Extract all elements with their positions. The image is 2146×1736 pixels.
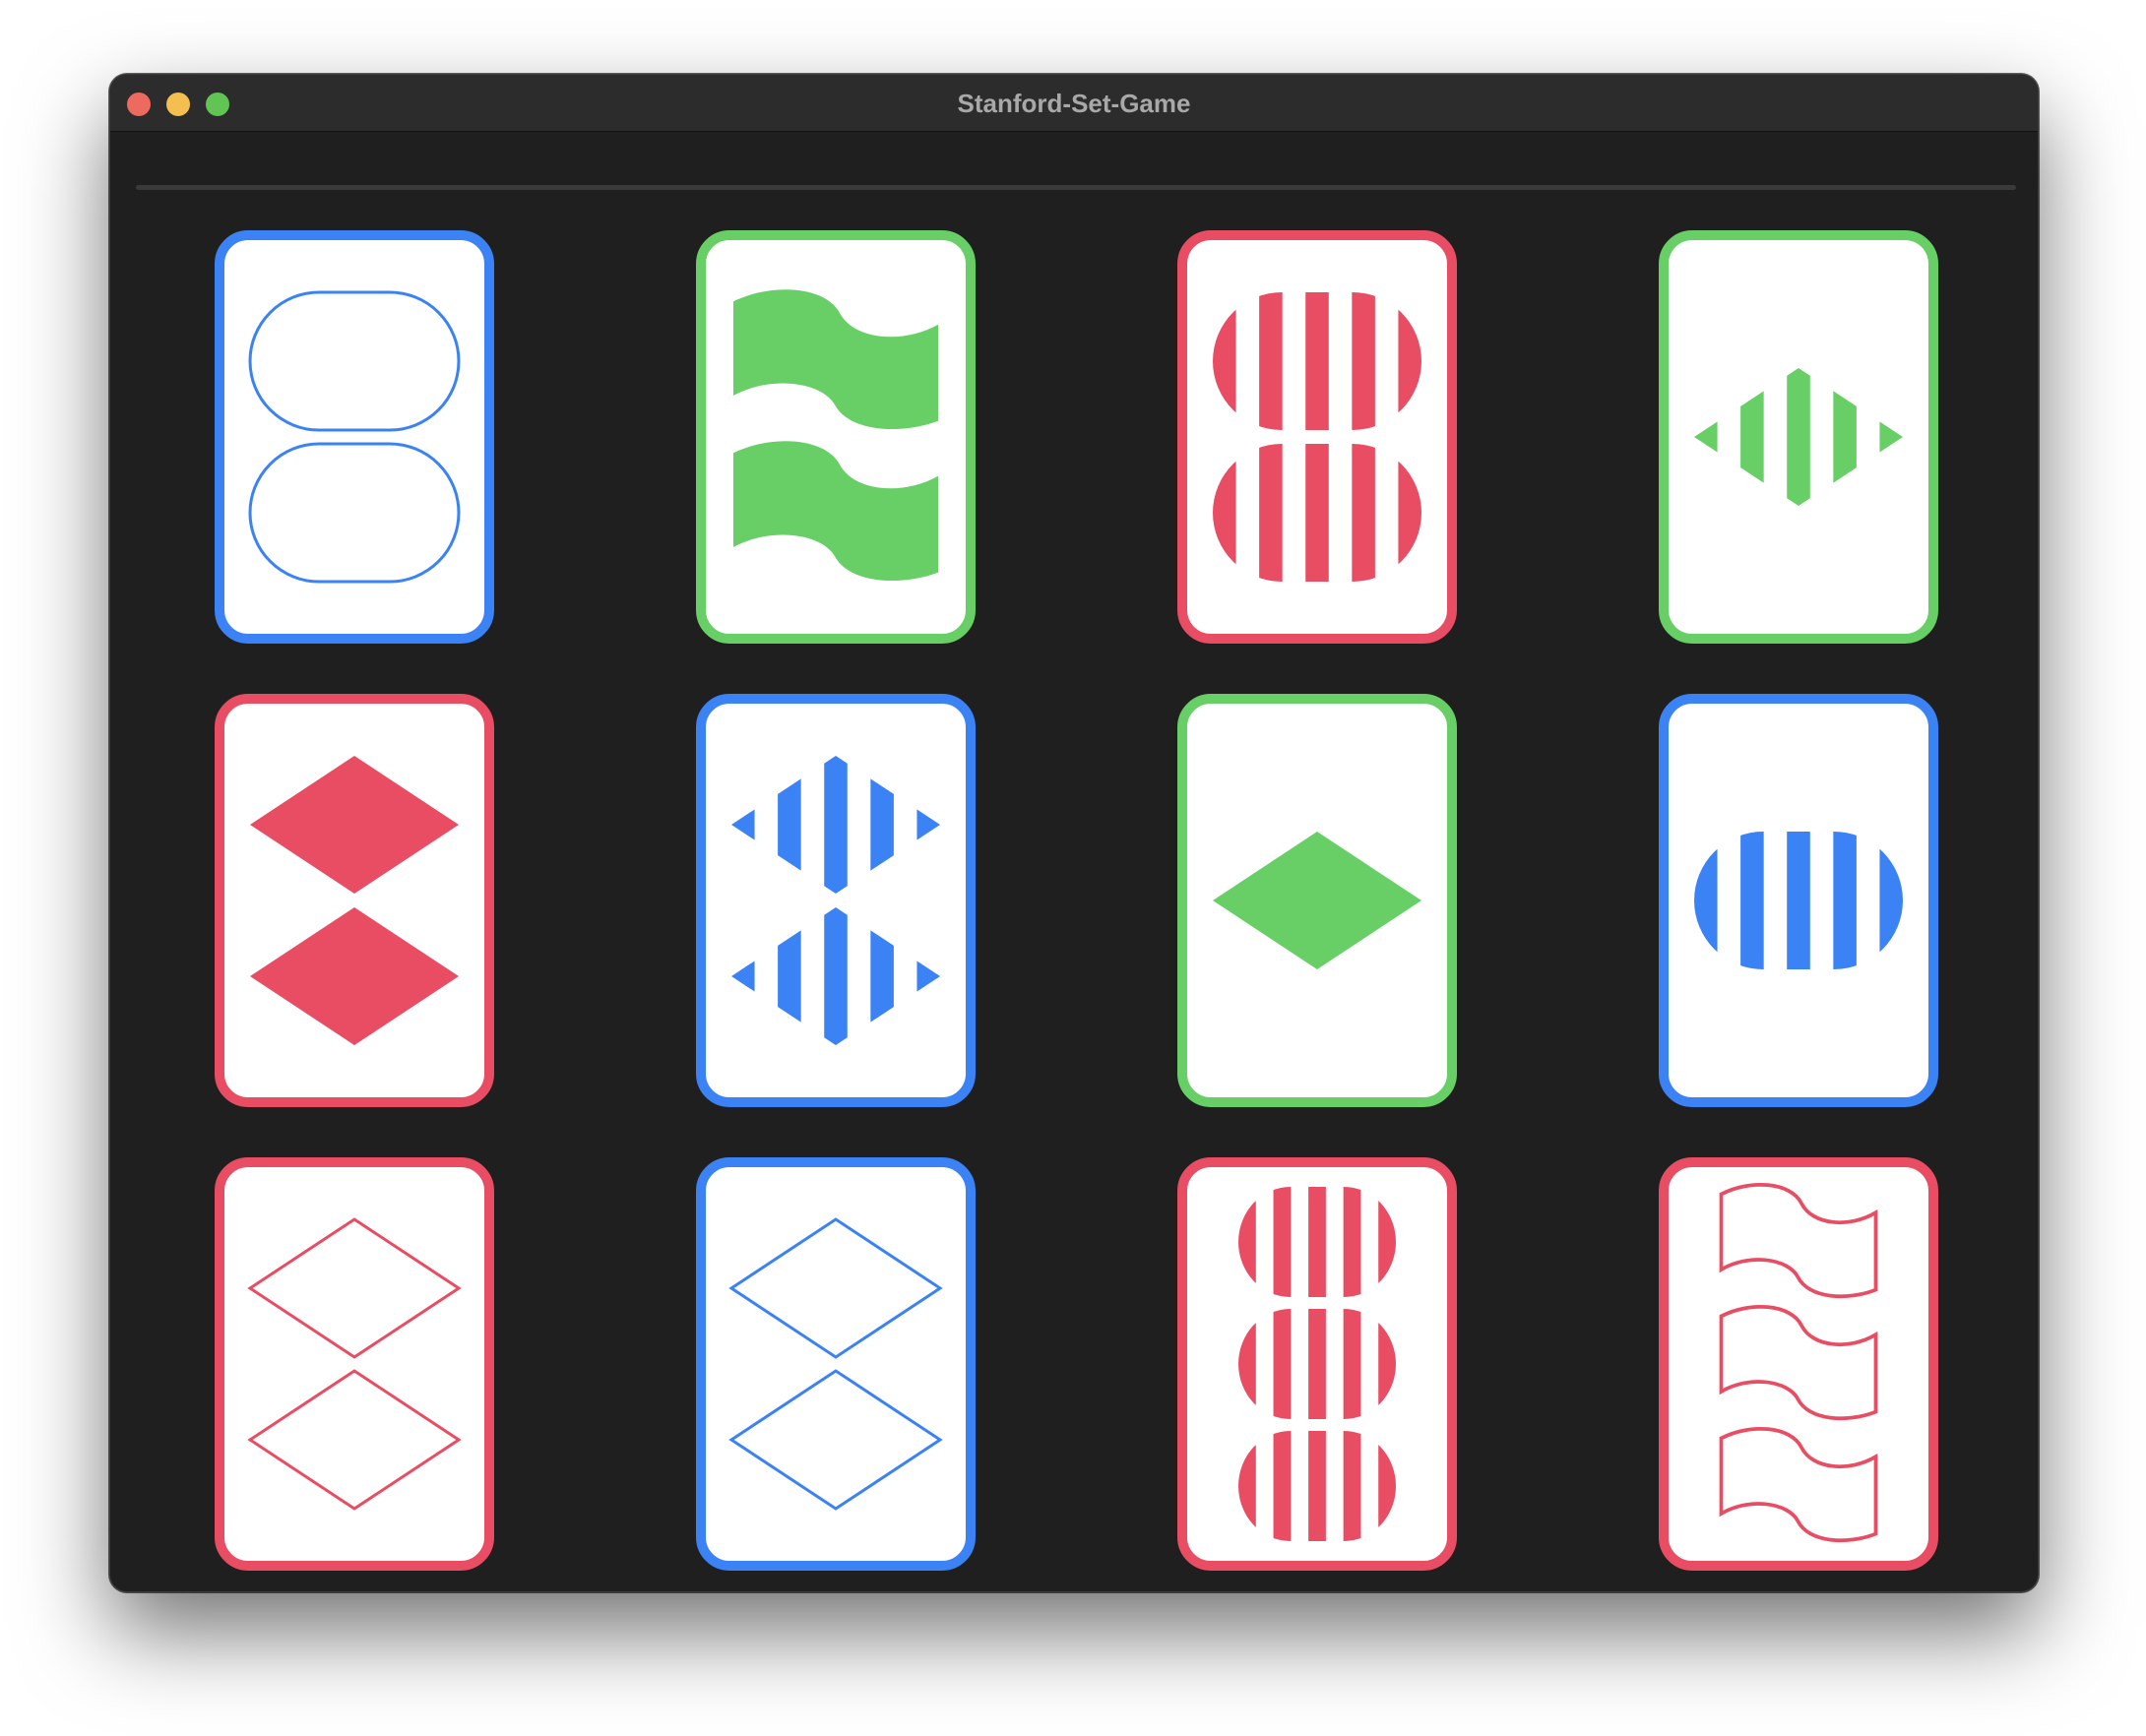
set-card[interactable] <box>1659 694 1938 1107</box>
card-face <box>250 756 459 1045</box>
set-card[interactable] <box>696 1157 976 1571</box>
diamond-symbol <box>1213 832 1421 969</box>
set-card[interactable] <box>215 230 494 644</box>
oval-symbol <box>250 444 459 582</box>
oval-symbol <box>1238 1430 1396 1542</box>
diamond-symbol <box>1694 368 1903 506</box>
oval-symbol <box>1238 1186 1396 1298</box>
card-face <box>224 240 484 634</box>
squiggle-symbol <box>1722 1307 1876 1418</box>
card-face <box>1238 1186 1396 1542</box>
diamond-symbol <box>731 907 940 1045</box>
oval-symbol <box>1213 444 1421 582</box>
diamond-symbol <box>250 1371 459 1509</box>
card-face <box>224 1167 484 1561</box>
window-title: Stanford-Set-Game <box>957 89 1191 118</box>
set-card[interactable] <box>1177 230 1457 644</box>
card-face <box>731 756 940 1045</box>
squiggle-symbol <box>1722 1185 1876 1296</box>
squiggle-symbol <box>1722 1429 1876 1540</box>
diamond-symbol <box>731 756 940 894</box>
card-face <box>1213 292 1421 582</box>
card-face <box>706 1167 966 1561</box>
oval-symbol <box>250 292 459 430</box>
diamond-symbol <box>250 756 459 894</box>
set-card[interactable] <box>215 694 494 1107</box>
set-card[interactable] <box>1177 694 1457 1107</box>
squiggle-symbol <box>733 441 938 582</box>
title-bar: Stanford-Set-Game <box>110 75 2038 132</box>
card-face <box>1669 1167 1928 1561</box>
diamond-symbol <box>250 907 459 1045</box>
card-face <box>1694 832 1903 969</box>
diamond-symbol <box>731 1219 940 1357</box>
set-card[interactable] <box>1659 230 1938 644</box>
oval-symbol <box>1238 1308 1396 1420</box>
diamond-symbol <box>250 1219 459 1357</box>
card-face <box>1213 832 1421 969</box>
set-card[interactable] <box>1177 1157 1457 1571</box>
squiggle-symbol <box>733 289 938 430</box>
card-face <box>733 289 938 582</box>
card-face <box>1694 368 1903 506</box>
divider <box>136 185 2016 190</box>
set-card[interactable] <box>215 1157 494 1571</box>
oval-symbol <box>1213 292 1421 430</box>
oval-symbol <box>1694 832 1903 969</box>
set-card[interactable] <box>696 230 976 644</box>
diamond-symbol <box>731 1371 940 1509</box>
set-card[interactable] <box>696 694 976 1107</box>
set-card[interactable] <box>1659 1157 1938 1571</box>
app-window: Stanford-Set-Game <box>109 74 2039 1592</box>
